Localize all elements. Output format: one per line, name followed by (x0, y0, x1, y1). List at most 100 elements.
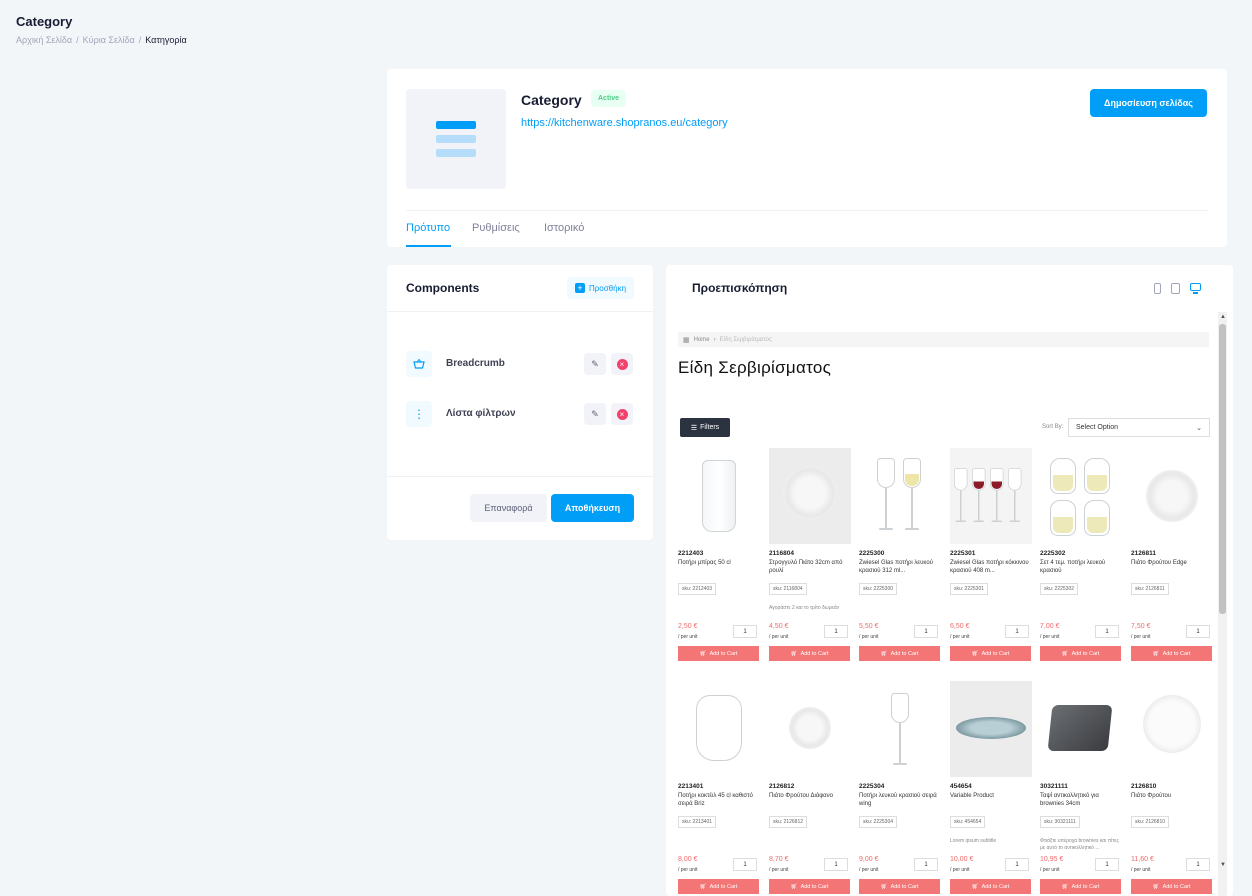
product-name[interactable]: Σετ 4 τεμ. ποτήρι λευκού κρασιού (1040, 559, 1122, 577)
product-image[interactable] (1131, 448, 1213, 544)
save-button[interactable]: Αποθήκευση (551, 494, 634, 522)
add-component-button[interactable]: + Προσθήκη (567, 277, 634, 299)
product-card[interactable]: 2126811 Πιάτο Φρούτου Edge sku: 2126811 7,5… (1131, 448, 1213, 661)
quantity-input[interactable]: 1 (733, 625, 757, 638)
add-to-cart-button[interactable]: 🛒︎ Add to Cart (769, 879, 850, 894)
product-name[interactable]: Πιάτο Φρούτου (1131, 792, 1213, 810)
desktop-device-icon[interactable] (1190, 283, 1201, 294)
add-to-cart-button[interactable]: 🛒︎ Add to Cart (1131, 879, 1212, 894)
product-card[interactable]: 2212403 Ποτήρι μπίρας 50 cl sku: 2212403 2,… (678, 448, 760, 661)
product-code[interactable]: 2213401 (678, 783, 760, 791)
quantity-input[interactable]: 1 (1095, 858, 1119, 871)
product-image[interactable] (1040, 681, 1122, 777)
product-card[interactable]: 2225304 Ποτήρι λευκού κρασιού σειρά wing s… (859, 681, 941, 894)
site-breadcrumb-home[interactable]: Home (694, 337, 710, 343)
quantity-input[interactable]: 1 (914, 858, 938, 871)
product-image[interactable] (769, 448, 851, 544)
product-image[interactable] (769, 681, 851, 777)
component-row-breadcrumb[interactable]: Breadcrumb ✎ × (406, 351, 634, 377)
add-to-cart-button[interactable]: 🛒︎ Add to Cart (769, 646, 850, 661)
product-name[interactable]: Στρογγυλό Πιάτο 32cm από ρουλί (769, 559, 851, 577)
product-code[interactable]: 2126811 (1131, 550, 1213, 558)
add-to-cart-button[interactable]: 🛒︎ Add to Cart (678, 646, 759, 661)
add-to-cart-button[interactable]: 🛒︎ Add to Cart (1131, 646, 1212, 661)
product-image[interactable] (859, 681, 941, 777)
scroll-up-arrow[interactable]: ▲ (1220, 314, 1226, 320)
product-card[interactable]: 2213401 Ποτήρι κοκτέιλ 45 cl καθιστό σειρ… (678, 681, 760, 894)
edit-component-button[interactable]: ✎ (584, 353, 606, 375)
product-name[interactable]: Ποτήρι λευκού κρασιού σειρά wing (859, 792, 941, 810)
component-row-filter-list[interactable]: ⋮ Λίστα φίλτρων ✎ × (406, 401, 634, 427)
product-image[interactable] (678, 681, 760, 777)
product-card[interactable]: 30321111 Ταψί αντικολλητικό για brownies … (1040, 681, 1122, 894)
product-code[interactable]: 2116804 (769, 550, 851, 558)
product-card[interactable]: 2126812 Πιάτο Φρούτου Διάφανο sku: 2126812… (769, 681, 851, 894)
product-name[interactable]: Ποτήρι μπίρας 50 cl (678, 559, 760, 577)
add-to-cart-button[interactable]: 🛒︎ Add to Cart (950, 879, 1031, 894)
thumbnail-bar (436, 135, 476, 143)
tab-template[interactable]: Πρότυπο (406, 222, 450, 234)
mobile-device-icon[interactable] (1154, 283, 1161, 294)
add-to-cart-button[interactable]: 🛒︎ Add to Cart (950, 646, 1031, 661)
tab-settings[interactable]: Ρυθμίσεις (472, 222, 520, 234)
product-code[interactable]: 2225300 (859, 550, 941, 558)
scroll-down-arrow[interactable]: ▼ (1220, 862, 1226, 868)
product-code[interactable]: 2126812 (769, 783, 851, 791)
product-image[interactable] (1131, 681, 1213, 777)
product-name[interactable]: Zwiesel Glas ποτήρι λευκού κρασιού 312 m… (859, 559, 941, 577)
product-code[interactable]: 2225301 (950, 550, 1032, 558)
product-code[interactable]: 2126810 (1131, 783, 1213, 791)
product-code[interactable]: 2225302 (1040, 550, 1122, 558)
quantity-input[interactable]: 1 (824, 625, 848, 638)
delete-component-button[interactable]: × (611, 403, 633, 425)
product-name[interactable]: Ποτήρι κοκτέιλ 45 cl καθιστό σειρά Briz (678, 792, 760, 810)
product-name[interactable]: Ταψί αντικολλητικό για brownies 34cm (1040, 792, 1122, 810)
quantity-input[interactable]: 1 (914, 625, 938, 638)
product-card[interactable]: 2225301 Zwiesel Glas ποτήρι κόκκινου κρασ… (950, 448, 1032, 661)
product-name[interactable]: Variable Product (950, 792, 1032, 810)
edit-component-button[interactable]: ✎ (584, 403, 606, 425)
add-to-cart-button[interactable]: 🛒︎ Add to Cart (859, 879, 940, 894)
category-url-link[interactable]: https://kitchenware.shopranos.eu/categor… (521, 117, 728, 129)
quantity-input[interactable]: 1 (824, 858, 848, 871)
quantity-input[interactable]: 1 (1005, 858, 1029, 871)
reset-button[interactable]: Επαναφορά (470, 494, 547, 522)
add-to-cart-button[interactable]: 🛒︎ Add to Cart (1040, 646, 1121, 661)
quantity-input[interactable]: 1 (1095, 625, 1119, 638)
product-card[interactable]: 2225300 Zwiesel Glas ποτήρι λευκού κρασιο… (859, 448, 941, 661)
breadcrumb-home[interactable]: Αρχική Σελίδα (16, 35, 72, 45)
publish-page-button[interactable]: Δημοσίευση σελίδας (1090, 89, 1207, 117)
product-card[interactable]: 454654 Variable Product sku: 454654 Lorem i… (950, 681, 1032, 894)
product-image[interactable] (678, 448, 760, 544)
breadcrumb-main-page[interactable]: Κύρια Σελίδα (83, 35, 135, 45)
quantity-input[interactable]: 1 (1005, 625, 1029, 638)
product-code[interactable]: 2225304 (859, 783, 941, 791)
filters-button[interactable]: ☰ Filters (680, 418, 730, 437)
preview-scrollbar[interactable]: ▲ ▼ (1218, 312, 1227, 896)
product-image[interactable] (859, 448, 941, 544)
quantity-input[interactable]: 1 (733, 858, 757, 871)
product-image[interactable] (950, 681, 1032, 777)
product-image[interactable] (950, 448, 1032, 544)
sort-select-value: Select Option (1076, 424, 1119, 431)
product-code[interactable]: 454654 (950, 783, 1032, 791)
product-image[interactable] (1040, 448, 1122, 544)
quantity-input[interactable]: 1 (1186, 858, 1210, 871)
product-code[interactable]: 30321111 (1040, 783, 1122, 791)
product-name[interactable]: Πιάτο Φρούτου Edge (1131, 559, 1213, 577)
add-to-cart-button[interactable]: 🛒︎ Add to Cart (678, 879, 759, 894)
tab-history[interactable]: Ιστορικό (544, 222, 584, 234)
sort-select[interactable]: Select Option ⌄ (1068, 418, 1210, 437)
product-code[interactable]: 2212403 (678, 550, 760, 558)
product-card[interactable]: 2225302 Σετ 4 τεμ. ποτήρι λευκού κρασιού s… (1040, 448, 1122, 661)
product-name[interactable]: Zwiesel Glas ποτήρι κόκκινου κρασιού 408… (950, 559, 1032, 577)
add-to-cart-button[interactable]: 🛒︎ Add to Cart (1040, 879, 1121, 894)
tablet-device-icon[interactable] (1171, 283, 1180, 294)
product-card[interactable]: 2126810 Πιάτο Φρούτου sku: 2126810 11,60 € /… (1131, 681, 1213, 894)
product-card[interactable]: 2116804 Στρογγυλό Πιάτο 32cm από ρουλί sku… (769, 448, 851, 661)
delete-component-button[interactable]: × (611, 353, 633, 375)
product-name[interactable]: Πιάτο Φρούτου Διάφανο (769, 792, 851, 810)
quantity-input[interactable]: 1 (1186, 625, 1210, 638)
scrollbar-thumb[interactable] (1219, 324, 1226, 614)
add-to-cart-button[interactable]: 🛒︎ Add to Cart (859, 646, 940, 661)
